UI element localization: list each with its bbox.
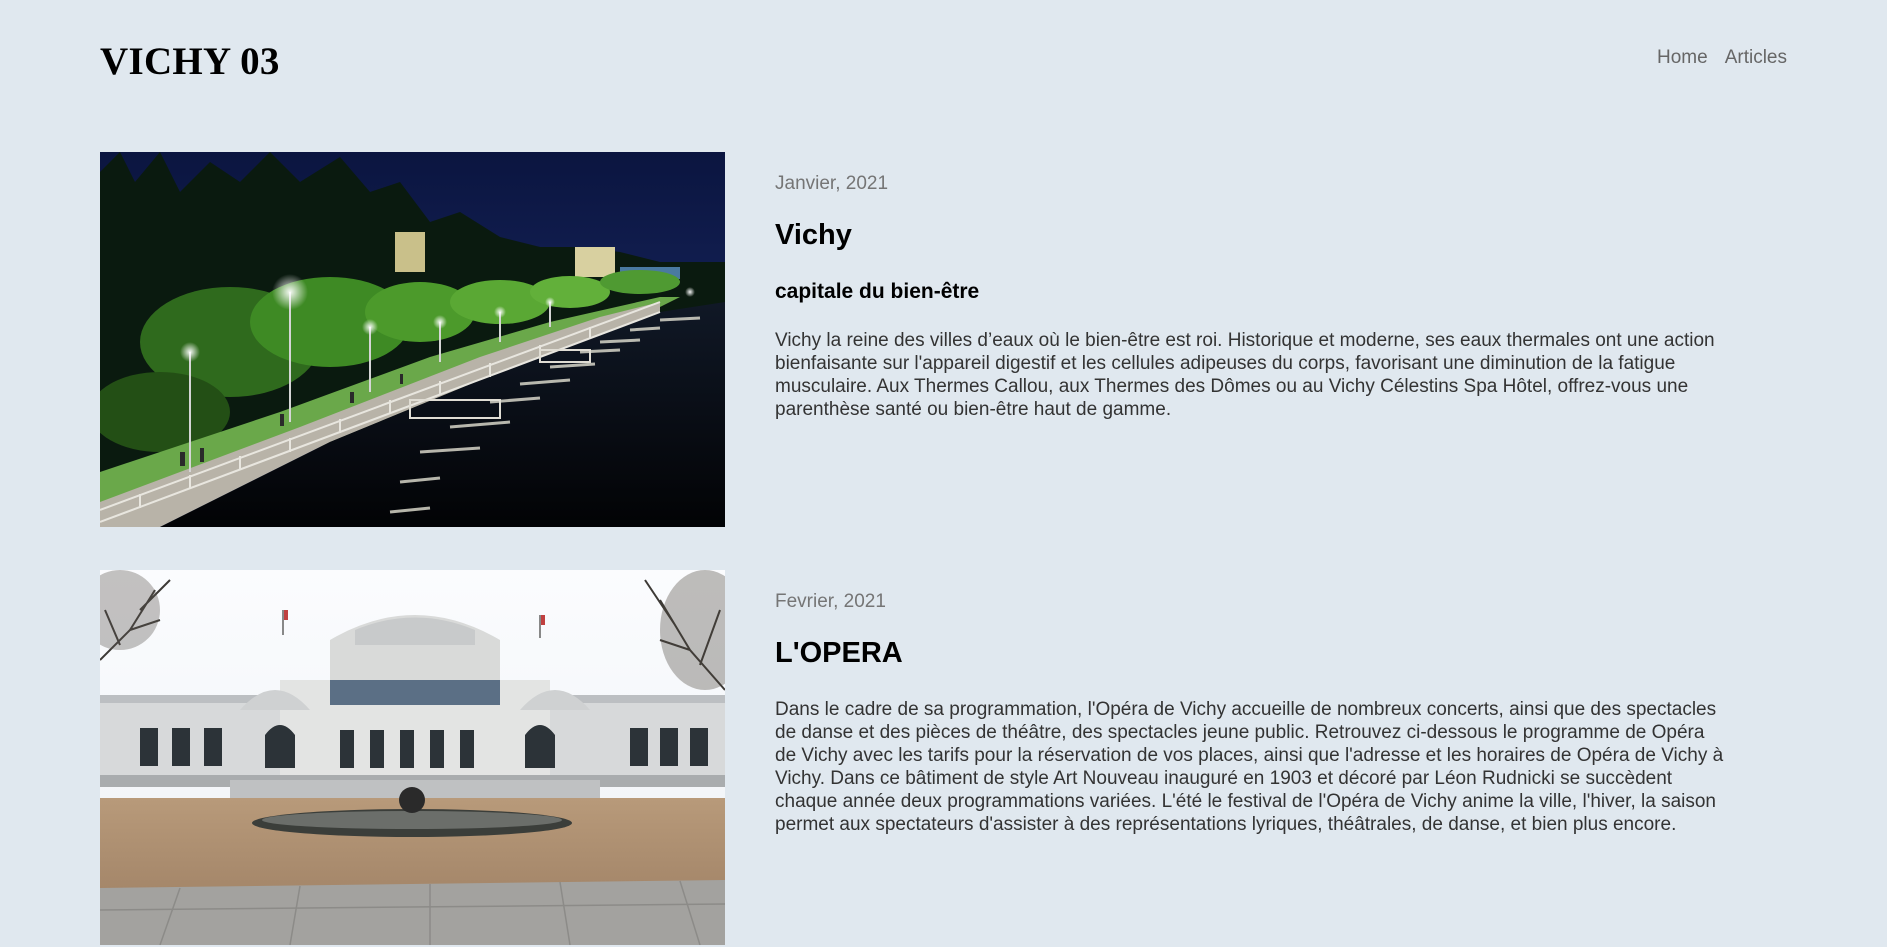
nav-articles-link[interactable]: Articles bbox=[1725, 46, 1787, 70]
nav-home-link[interactable]: Home bbox=[1657, 46, 1708, 70]
article-text: Dans le cadre de sa programmation, l'Opé… bbox=[775, 699, 1724, 835]
page: VICHY 03 Home Articles Janvier, 2021 Vic… bbox=[0, 0, 1887, 947]
site-title[interactable]: VICHY 03 bbox=[100, 38, 280, 86]
article-card: Janvier, 2021 Vichy capitale du bien-êtr… bbox=[100, 152, 1787, 527]
article-image[interactable] bbox=[100, 570, 725, 945]
article-subtitle: capitale du bien-être bbox=[775, 280, 980, 303]
article-image[interactable] bbox=[100, 152, 725, 527]
article-card: Fevrier, 2021 L'OPERA Dans le cadre de s… bbox=[100, 570, 1787, 945]
article-date: Fevrier, 2021 bbox=[775, 591, 886, 612]
article-date: Janvier, 2021 bbox=[775, 173, 889, 194]
article-text: Vichy la reine des villes d’eaux où le b… bbox=[775, 330, 1715, 420]
article-title[interactable]: L'OPERA bbox=[775, 635, 903, 671]
article-title[interactable]: Vichy bbox=[775, 217, 852, 253]
main-nav: Home Articles bbox=[1657, 46, 1787, 70]
